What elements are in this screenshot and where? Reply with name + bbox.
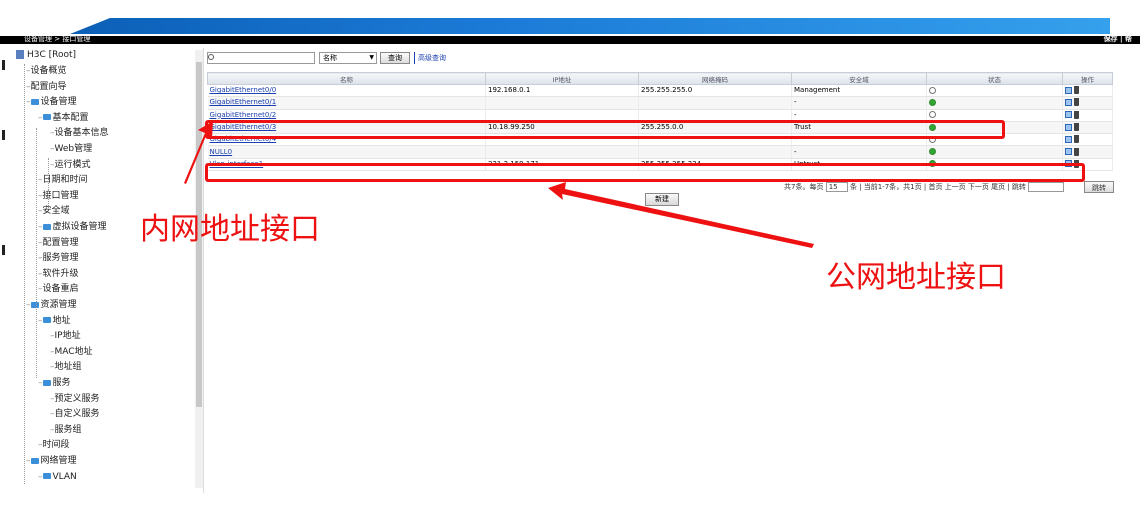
arrow-public [548, 182, 814, 248]
annotation-intranet-label: 内网地址接口 [140, 212, 320, 247]
annotation-arrows [184, 121, 814, 248]
arrow-intranet [184, 121, 213, 184]
annotation-public-label: 公网地址接口 [826, 260, 1006, 295]
